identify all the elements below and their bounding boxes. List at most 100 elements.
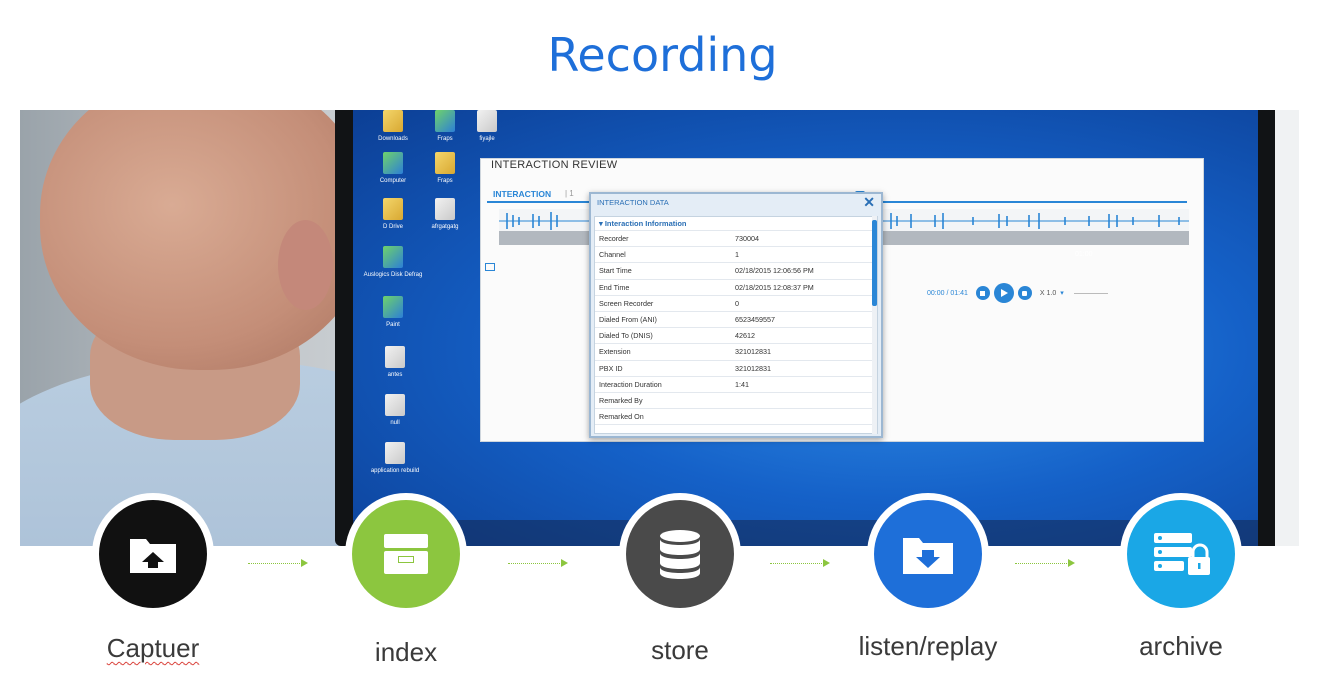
table-row: Dialed From (ANI) 6523459557 <box>595 312 877 329</box>
drive-icon <box>383 198 403 220</box>
field-value: 730004 <box>735 234 759 243</box>
scrollbar-thumb[interactable] <box>872 220 877 306</box>
table-row: Remarked By <box>595 393 877 410</box>
field-name: Dialed To (DNIS) <box>599 331 653 341</box>
step-ring <box>1120 493 1242 615</box>
field-value: 321012831 <box>735 347 771 357</box>
field-name: Interaction Duration <box>599 379 662 389</box>
step-listen-replay: listen/replay <box>808 493 1048 662</box>
field-value: 0 <box>735 298 739 308</box>
step-ring <box>345 493 467 615</box>
playback-speed[interactable]: X 1.0 <box>1040 290 1056 297</box>
table-row: Extension 321012831 <box>595 344 877 361</box>
desktop-icon[interactable]: Paint <box>363 296 423 329</box>
field-value: 321012831 <box>735 363 771 373</box>
field-value: 02/18/2015 12:06:56 PM <box>735 266 814 276</box>
hero-photo: Downloads Fraps fiyajle Computer Fraps D… <box>20 110 1299 546</box>
volume-icon <box>1022 290 1028 296</box>
file-icon <box>435 198 455 220</box>
field-name: Dialed From (ANI) <box>599 314 657 324</box>
desktop-icon[interactable]: Downloads <box>363 110 423 143</box>
folder-download-icon <box>874 500 982 608</box>
timeline-mark: 01:00 <box>1075 251 1093 258</box>
desktop-icon[interactable]: D Drive <box>363 198 423 231</box>
volume-button[interactable] <box>1017 286 1032 300</box>
window-icon[interactable] <box>485 263 495 271</box>
defrag-icon <box>383 246 403 268</box>
play-icon <box>1001 289 1009 297</box>
archive-drawer-icon <box>352 500 460 608</box>
section-header[interactable]: ▾ Interaction Information <box>595 217 877 231</box>
person-ear <box>278 220 333 310</box>
folder-upload-graphic <box>130 539 176 573</box>
database-graphic <box>660 530 700 579</box>
field-value: 6523459557 <box>735 314 775 324</box>
file-icon <box>385 442 405 464</box>
interaction-data-popup: INTERACTION DATA ✕ ▾ Interaction Informa… <box>589 192 883 438</box>
desktop-screen: Downloads Fraps fiyajle Computer Fraps D… <box>353 110 1258 546</box>
table-row: Channel 1 <box>595 247 877 264</box>
close-icon[interactable]: ✕ <box>863 194 875 210</box>
folder-upload-icon <box>99 500 207 608</box>
step-label: store <box>651 635 709 665</box>
chevron-down-icon[interactable]: ▾ <box>1060 289 1064 297</box>
play-button[interactable] <box>993 283 1014 303</box>
field-name: Recorder <box>599 234 629 243</box>
step-label: Captuer <box>106 633 200 663</box>
popup-scrollbar[interactable] <box>872 216 877 434</box>
desktop-icon[interactable]: antes <box>365 346 425 379</box>
step-capture: Captuer <box>33 493 273 664</box>
field-name: Extension <box>599 347 631 357</box>
field-name: Channel <box>599 250 626 260</box>
field-name: Start Time <box>599 266 632 276</box>
stop-button[interactable] <box>975 286 990 300</box>
archive-drawer-graphic <box>384 534 428 574</box>
stop-icon <box>980 290 986 296</box>
window-title: INTERACTION REVIEW <box>491 159 618 171</box>
desktop-icon[interactable]: Fraps <box>415 152 475 185</box>
monitor: Downloads Fraps fiyajle Computer Fraps D… <box>335 110 1275 546</box>
desktop-icon[interactable]: fiyajle <box>457 110 517 143</box>
step-ring <box>619 493 741 615</box>
field-name: Remarked By <box>599 395 643 405</box>
step-label: index <box>374 637 438 667</box>
desktop-icon[interactable]: application rebuild <box>365 442 425 475</box>
desktop-icon[interactable]: Computer <box>363 152 423 185</box>
field-value: 42612 <box>735 331 755 341</box>
file-icon <box>385 394 405 416</box>
folder-icon <box>383 110 403 132</box>
interaction-info-table: ▾ Interaction Information Recorder 730004… <box>594 216 878 434</box>
file-icon <box>385 346 405 368</box>
table-row: Recorder 730004 <box>595 231 877 248</box>
tab-interaction[interactable]: INTERACTION <box>493 189 551 199</box>
step-archive: archive <box>1061 493 1301 662</box>
field-name: Remarked On <box>599 412 644 422</box>
tab-separator: | 1 <box>565 189 574 198</box>
database-icon <box>626 500 734 608</box>
popup-title: INTERACTION DATA <box>597 198 669 207</box>
playback-time: 00:00 / 01:41 <box>927 289 968 297</box>
step-ring <box>867 493 989 615</box>
desktop-icon[interactable]: Auslogics Disk Defrag <box>363 246 423 279</box>
table-row: PBX ID 321012831 <box>595 361 877 377</box>
table-row: End Time 02/18/2015 12:08:37 PM <box>595 280 877 296</box>
folder-icon <box>435 152 455 174</box>
file-icon <box>477 110 497 132</box>
server-lock-icon <box>1127 500 1235 608</box>
server-lock-graphic <box>1154 533 1210 575</box>
field-value: 02/18/2015 12:08:37 PM <box>735 282 814 292</box>
desktop-icon[interactable]: null <box>365 394 425 427</box>
page-title: Recording <box>547 28 778 82</box>
step-index: index <box>286 493 526 668</box>
table-row: Interaction Duration 1:41 <box>595 377 877 393</box>
step-label: archive <box>1139 631 1223 661</box>
table-row: Screen Recorder 0 <box>595 296 877 312</box>
table-row: Start Time 02/18/2015 12:06:56 PM <box>595 263 877 280</box>
paint-icon <box>383 296 403 318</box>
field-name: PBX ID <box>599 363 623 373</box>
field-name: End Time <box>599 282 630 292</box>
field-value: 1:41 <box>735 379 749 389</box>
step-ring <box>92 493 214 615</box>
computer-icon <box>383 152 403 174</box>
desktop-icon[interactable]: afrgatgatg <box>415 198 475 231</box>
